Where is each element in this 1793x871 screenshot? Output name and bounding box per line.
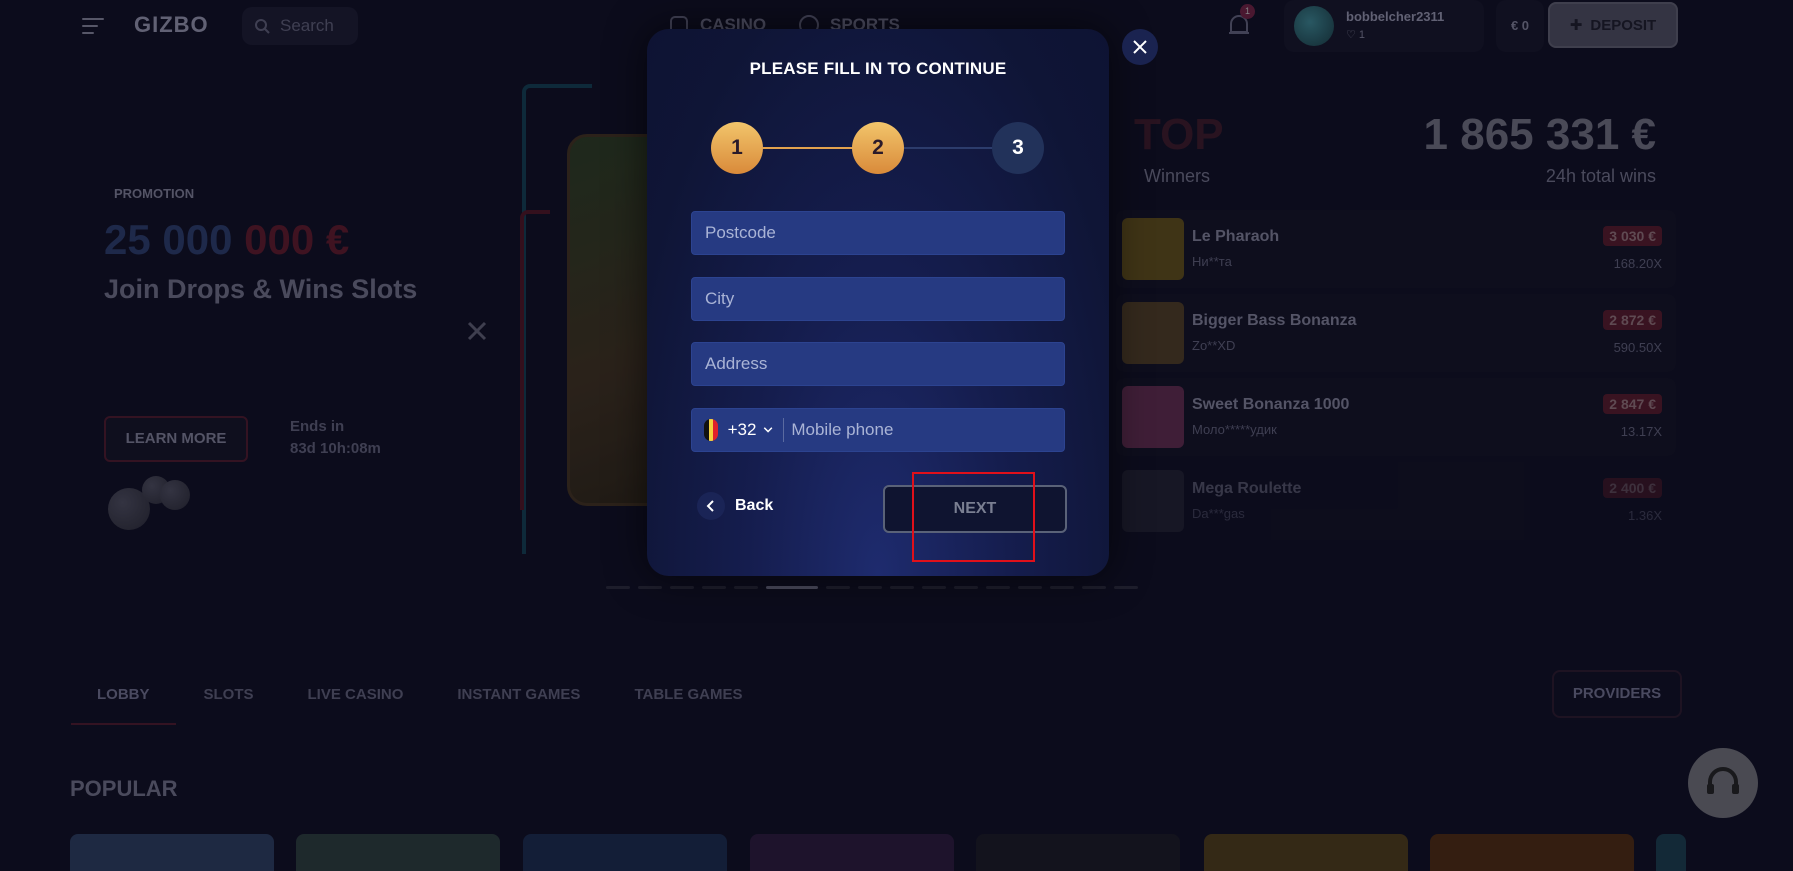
- step-3: 3: [992, 122, 1044, 174]
- step-1: 1: [711, 122, 763, 174]
- city-input[interactable]: [705, 289, 1064, 309]
- chevron-down-icon[interactable]: [762, 422, 774, 438]
- postcode-field[interactable]: [691, 211, 1065, 255]
- highlight-box: [912, 472, 1035, 562]
- address-input[interactable]: [705, 354, 1064, 374]
- step-connector: [904, 147, 994, 149]
- phone-field[interactable]: +32: [691, 408, 1065, 452]
- back-label: Back: [735, 497, 774, 514]
- back-button[interactable]: Back: [687, 486, 783, 526]
- modal-title: PLEASE FILL IN TO CONTINUE: [749, 59, 1007, 78]
- chevron-left-icon: [697, 492, 725, 520]
- city-field[interactable]: [691, 277, 1065, 321]
- address-field[interactable]: [691, 342, 1065, 386]
- phone-input[interactable]: [791, 420, 1064, 440]
- close-icon: [1133, 40, 1147, 54]
- step-connector: [763, 147, 853, 149]
- registration-modal: PLEASE FILL IN TO CONTINUE 1 2 3 +32 Bac…: [647, 29, 1109, 576]
- divider: [782, 418, 784, 442]
- belgium-flag-icon[interactable]: [704, 419, 718, 441]
- country-code[interactable]: +32: [728, 420, 757, 440]
- postcode-input[interactable]: [705, 223, 1064, 243]
- close-modal-button[interactable]: [1122, 29, 1158, 65]
- step-2: 2: [852, 122, 904, 174]
